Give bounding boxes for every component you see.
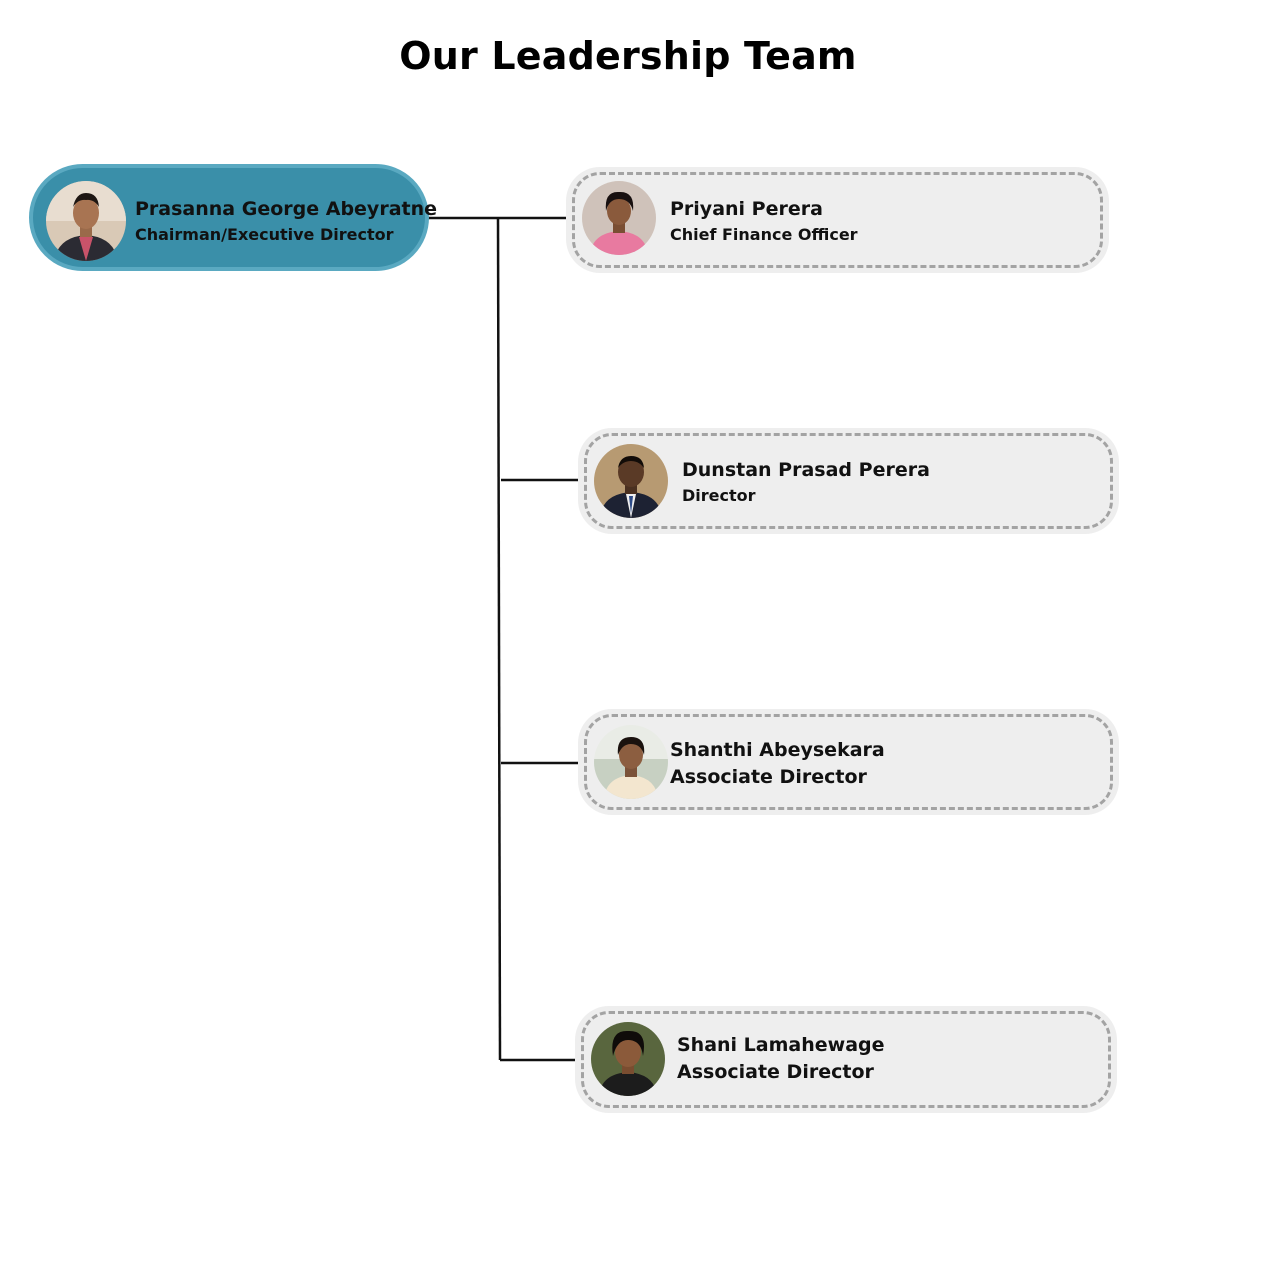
lead-name: Prasanna George Abeyratne	[135, 198, 438, 220]
lead-card: Prasanna George Abeyratne Chairman/Execu…	[29, 164, 437, 271]
person-photo-icon	[582, 181, 656, 255]
member-card: Priyani Perera Chief Finance Officer	[566, 167, 1109, 273]
member-name: Dunstan Prasad Perera	[682, 459, 930, 481]
member-name: Priyani Perera	[670, 198, 823, 220]
person-photo-icon	[591, 1022, 665, 1096]
member-name: Shanthi Abeysekara	[670, 739, 885, 761]
member-role: Chief Finance Officer	[670, 225, 858, 244]
lead-role: Chairman/Executive Director	[135, 225, 394, 244]
person-photo-icon	[594, 444, 668, 518]
member-role: Associate Director	[677, 1061, 874, 1083]
person-photo-icon	[594, 725, 668, 799]
member-role: Director	[682, 486, 756, 505]
member-card: Dunstan Prasad Perera Director	[578, 428, 1119, 534]
person-photo-icon	[46, 181, 126, 261]
member-card: Shani Lamahewage Associate Director	[575, 1006, 1117, 1113]
member-card: Shanthi Abeysekara Associate Director	[578, 709, 1119, 815]
member-role: Associate Director	[670, 766, 867, 788]
member-name: Shani Lamahewage	[677, 1034, 885, 1056]
connector-trunk	[496, 217, 502, 1061]
